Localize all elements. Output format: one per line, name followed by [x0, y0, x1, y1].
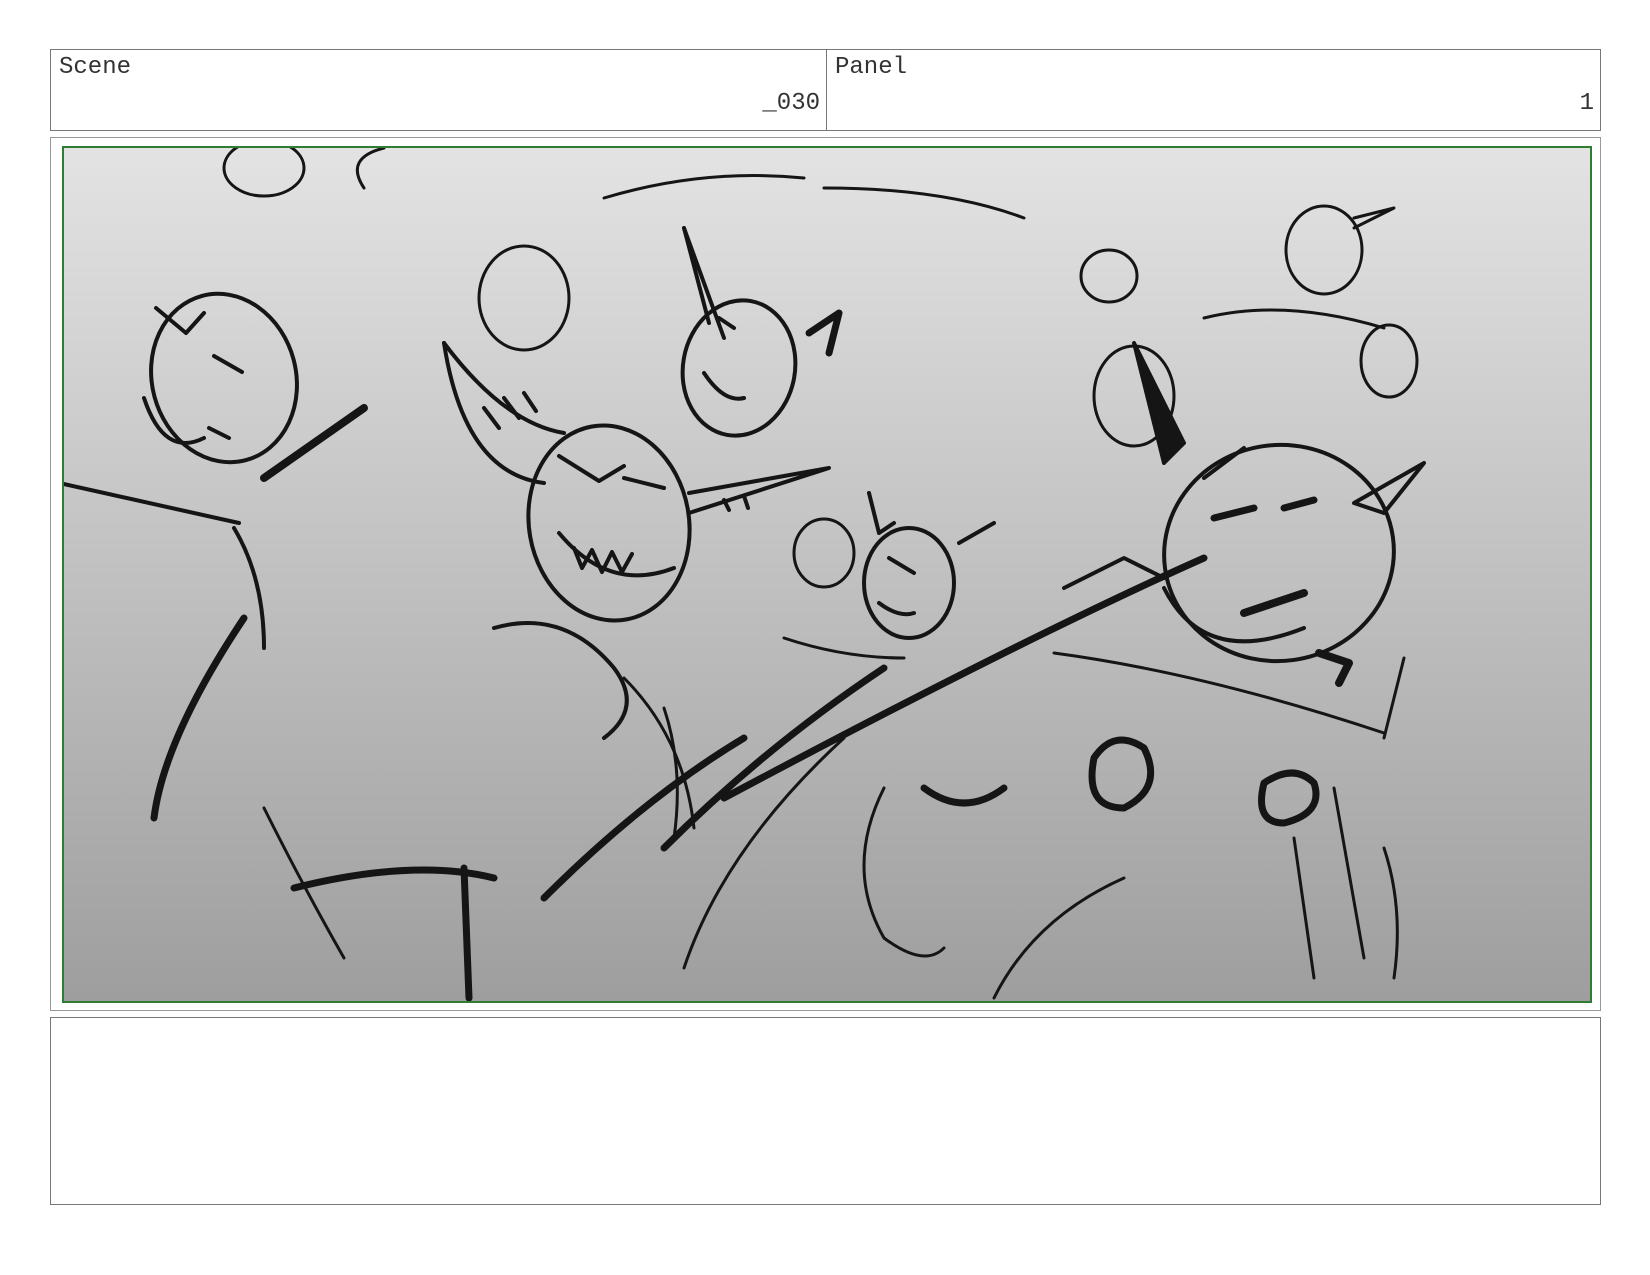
creature-left-sketch: [64, 291, 368, 650]
sketch-image: [62, 146, 1592, 1003]
scene-number: _030: [762, 90, 820, 117]
panel-number: 1: [1579, 90, 1594, 117]
creature-center-sketch: [442, 341, 831, 740]
scene-cell: Scene _030: [51, 50, 827, 130]
sketch-drawing: [64, 148, 1426, 1001]
storyboard-header: Scene _030 Panel 1: [50, 49, 1601, 131]
notes-box: [50, 1017, 1601, 1205]
creature-small-sketch: [862, 491, 996, 640]
panel-label: Panel: [835, 54, 908, 81]
background-heads-sketch: [222, 148, 1419, 589]
background-strokes-sketch: [262, 636, 1406, 1000]
panel-cell: Panel 1: [827, 50, 1600, 130]
storyboard-frame: [50, 137, 1601, 1011]
creature-upper-sketch: [680, 226, 843, 438]
scene-label: Scene: [59, 54, 132, 81]
creature-right-sketch: [1062, 341, 1426, 687]
